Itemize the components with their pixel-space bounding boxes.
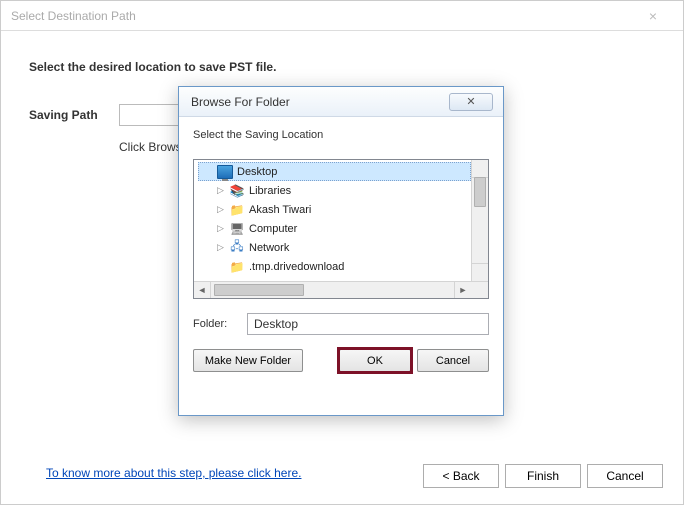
- tree-item-label: Network: [249, 242, 289, 254]
- vertical-scrollbar[interactable]: [471, 160, 488, 281]
- horizontal-scrollbar[interactable]: ◄ ►: [194, 281, 488, 298]
- tree-item-label: Desktop: [237, 166, 277, 178]
- horizontal-scroll-thumb[interactable]: [214, 284, 304, 296]
- tree-item-label: .tmp.drivedownload: [249, 261, 344, 273]
- tree-item-label: Computer: [249, 223, 297, 235]
- dialog-button-row: Make New Folder OK Cancel: [193, 349, 489, 372]
- tree-item[interactable]: ▷ 📁 Akash Tiwari: [198, 200, 471, 219]
- scroll-left-arrow-icon[interactable]: ◄: [194, 282, 211, 298]
- user-folder-icon: 📁: [229, 202, 245, 218]
- scroll-right-arrow-icon[interactable]: ►: [454, 282, 471, 298]
- window-title: Select Destination Path: [11, 9, 633, 23]
- browse-for-folder-dialog: Browse For Folder ✕ Select the Saving Lo…: [178, 86, 504, 416]
- saving-path-label: Saving Path: [29, 108, 119, 122]
- make-new-folder-button[interactable]: Make New Folder: [193, 349, 303, 372]
- folder-icon: 📁: [229, 259, 245, 275]
- folder-tree[interactable]: Desktop ▷ 📚 Libraries ▷ 📁 Akash Tiwari ▷ 🖥 Comput…: [198, 162, 471, 281]
- dialog-titlebar: Browse For Folder ✕: [179, 87, 503, 117]
- dialog-close-button[interactable]: ✕: [449, 93, 493, 111]
- ok-button[interactable]: OK: [339, 349, 411, 372]
- tree-item-label: Libraries: [249, 185, 291, 197]
- window-close-button[interactable]: ×: [633, 8, 673, 24]
- folder-name-input[interactable]: [247, 313, 489, 335]
- folder-label: Folder:: [193, 318, 237, 330]
- finish-button[interactable]: Finish: [505, 464, 581, 488]
- tree-item[interactable]: 📁 .tmp.drivedownload: [198, 257, 471, 276]
- cancel-button[interactable]: Cancel: [587, 464, 663, 488]
- tree-item[interactable]: ▷ 📚 Libraries: [198, 181, 471, 200]
- dialog-instruction: Select the Saving Location: [193, 129, 489, 141]
- dialog-body: Select the Saving Location Desktop ▷ 📚 Libr…: [179, 117, 503, 382]
- learn-more-link[interactable]: To know more about this step, please cli…: [46, 466, 301, 480]
- vertical-scroll-thumb[interactable]: [474, 177, 486, 207]
- folder-tree-container: Desktop ▷ 📚 Libraries ▷ 📁 Akash Tiwari ▷ 🖥 Comput…: [193, 159, 489, 299]
- back-button[interactable]: < Back: [423, 464, 499, 488]
- folder-input-row: Folder:: [193, 313, 489, 335]
- page-instruction: Select the desired location to save PST …: [29, 60, 655, 74]
- close-icon: ✕: [466, 95, 475, 108]
- expand-collapse-icon[interactable]: ▷: [216, 186, 225, 195]
- expand-collapse-icon[interactable]: ▷: [216, 243, 225, 252]
- window-titlebar: Select Destination Path ×: [1, 1, 683, 31]
- tree-item[interactable]: ▷ 🖧 Network: [198, 238, 471, 257]
- tree-item-label: Akash Tiwari: [249, 204, 311, 216]
- dialog-cancel-button[interactable]: Cancel: [417, 349, 489, 372]
- expand-collapse-icon[interactable]: ▷: [216, 205, 225, 214]
- dialog-title: Browse For Folder: [191, 95, 449, 109]
- desktop-icon: [217, 164, 233, 180]
- expand-collapse-icon[interactable]: ▷: [216, 224, 225, 233]
- computer-icon: 🖥: [229, 221, 245, 237]
- tree-item[interactable]: ▷ 🖥 Computer: [198, 219, 471, 238]
- tree-item[interactable]: Desktop: [198, 162, 471, 181]
- libraries-icon: 📚: [229, 183, 245, 199]
- wizard-buttons: < Back Finish Cancel: [423, 464, 663, 488]
- network-icon: 🖧: [229, 240, 245, 256]
